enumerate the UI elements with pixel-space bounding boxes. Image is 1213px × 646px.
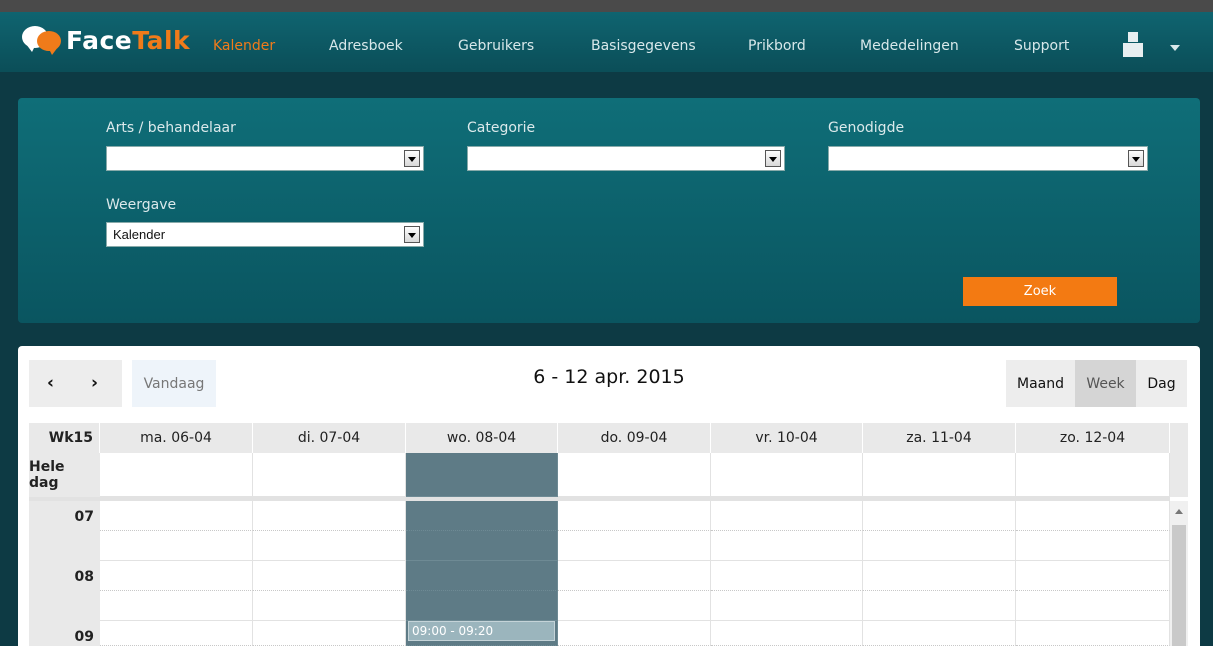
time-slot-cell[interactable] bbox=[100, 621, 253, 646]
time-slot-cell[interactable] bbox=[100, 501, 253, 531]
view-month-button[interactable]: Maand bbox=[1006, 360, 1075, 407]
top-navbar: FaceTalk Kalender Adresboek Gebruikers B… bbox=[0, 12, 1213, 72]
time-slot-cell[interactable] bbox=[1016, 531, 1170, 561]
time-slot-cell-today[interactable] bbox=[406, 531, 558, 561]
vertical-scrollbar[interactable] bbox=[1170, 501, 1188, 646]
time-slot-cell[interactable] bbox=[100, 531, 253, 561]
time-slot-cell[interactable] bbox=[863, 531, 1016, 561]
view-week-button[interactable]: Week bbox=[1075, 360, 1136, 407]
nav-gebruikers[interactable]: Gebruikers bbox=[458, 38, 534, 54]
dropdown-arrow-icon[interactable] bbox=[765, 150, 781, 167]
hour-label: 08 bbox=[29, 561, 100, 621]
day-header[interactable]: ma. 06-04 bbox=[100, 423, 253, 453]
logo-text: FaceTalk bbox=[66, 26, 190, 55]
day-header[interactable]: do. 09-04 bbox=[558, 423, 711, 453]
day-header[interactable]: vr. 10-04 bbox=[711, 423, 863, 453]
nav-basisgegevens[interactable]: Basisgegevens bbox=[591, 38, 696, 54]
time-slot-cell[interactable] bbox=[863, 561, 1016, 591]
time-slot-cell[interactable] bbox=[100, 561, 253, 591]
all-day-cell[interactable] bbox=[558, 453, 711, 497]
user-icon[interactable] bbox=[1121, 32, 1145, 60]
logo-talk: Talk bbox=[132, 25, 191, 55]
day-header[interactable]: za. 11-04 bbox=[863, 423, 1016, 453]
time-slot-cell[interactable] bbox=[558, 501, 711, 531]
hour-label: 07 bbox=[29, 501, 100, 561]
genodigde-select[interactable] bbox=[828, 146, 1148, 171]
arts-select[interactable] bbox=[106, 146, 424, 171]
time-slot-cell[interactable] bbox=[711, 501, 863, 531]
header-scroll-spacer bbox=[1170, 423, 1188, 497]
time-slot-cell[interactable] bbox=[558, 591, 711, 621]
calendar-panel: ‹ › Vandaag 6 - 12 apr. 2015 Maand Week … bbox=[18, 346, 1200, 646]
time-slot-cell[interactable] bbox=[863, 591, 1016, 621]
genodigde-label: Genodigde bbox=[828, 120, 905, 136]
logo-face: Face bbox=[66, 25, 133, 55]
week-number: Wk15 bbox=[29, 423, 100, 453]
day-header[interactable]: zo. 12-04 bbox=[1016, 423, 1170, 453]
day-header[interactable]: di. 07-04 bbox=[253, 423, 406, 453]
weergave-select[interactable]: Kalender bbox=[106, 222, 424, 247]
all-day-cell-today[interactable] bbox=[406, 453, 558, 497]
nav-prikbord[interactable]: Prikbord bbox=[748, 38, 806, 54]
time-slot-cell[interactable] bbox=[1016, 591, 1170, 621]
calendar-event[interactable]: 09:00 - 09:20 bbox=[408, 621, 555, 641]
chat-bubbles-icon bbox=[22, 22, 62, 58]
scroll-up-arrow-icon[interactable] bbox=[1175, 509, 1183, 514]
all-day-label: Hele dag bbox=[29, 453, 100, 497]
time-slot-cell[interactable] bbox=[711, 591, 863, 621]
nav-mededelingen[interactable]: Mededelingen bbox=[860, 38, 959, 54]
all-day-cell[interactable] bbox=[863, 453, 1016, 497]
time-slot-cell[interactable] bbox=[863, 621, 1016, 646]
weergave-label: Weergave bbox=[106, 197, 177, 213]
dropdown-arrow-icon[interactable] bbox=[404, 226, 420, 243]
view-switcher: Maand Week Dag bbox=[1006, 360, 1187, 407]
all-day-cell[interactable] bbox=[100, 453, 253, 497]
time-slot-cell[interactable] bbox=[253, 501, 406, 531]
time-slot-cell[interactable] bbox=[253, 621, 406, 646]
time-slot-cell[interactable] bbox=[1016, 621, 1170, 646]
view-day-button[interactable]: Dag bbox=[1136, 360, 1187, 407]
time-slot-cell[interactable] bbox=[558, 621, 711, 646]
scrollbar-thumb[interactable] bbox=[1172, 525, 1186, 646]
time-slot-cell[interactable] bbox=[253, 591, 406, 621]
time-slot-cell[interactable] bbox=[558, 531, 711, 561]
categorie-select[interactable] bbox=[467, 146, 785, 171]
time-slot-cell-today[interactable] bbox=[406, 501, 558, 531]
time-slot-cell[interactable] bbox=[1016, 501, 1170, 531]
categorie-label: Categorie bbox=[467, 120, 536, 136]
hour-label: 09 bbox=[29, 621, 100, 646]
dropdown-arrow-icon[interactable] bbox=[404, 150, 420, 167]
time-slot-cell[interactable] bbox=[558, 561, 711, 591]
facetalk-logo[interactable]: FaceTalk bbox=[22, 22, 190, 58]
day-header[interactable]: wo. 08-04 bbox=[406, 423, 558, 453]
time-slot-cell[interactable] bbox=[863, 501, 1016, 531]
zoek-button[interactable]: Zoek bbox=[963, 277, 1117, 306]
all-day-cell[interactable] bbox=[711, 453, 863, 497]
time-slot-cell[interactable] bbox=[1016, 561, 1170, 591]
time-slot-cell-today[interactable] bbox=[406, 561, 558, 591]
time-slot-cell[interactable] bbox=[711, 561, 863, 591]
weergave-select-value: Kalender bbox=[113, 227, 166, 242]
time-slot-cell[interactable] bbox=[711, 621, 863, 646]
window-top-strip bbox=[0, 0, 1213, 12]
nav-kalender[interactable]: Kalender bbox=[213, 38, 275, 54]
arts-label: Arts / behandelaar bbox=[106, 120, 236, 136]
time-slot-cell[interactable] bbox=[253, 531, 406, 561]
time-slot-cell[interactable] bbox=[100, 591, 253, 621]
dropdown-arrow-icon[interactable] bbox=[1128, 150, 1144, 167]
all-day-cell[interactable] bbox=[1016, 453, 1170, 497]
time-slot-cell-today[interactable] bbox=[406, 591, 558, 621]
nav-adresboek[interactable]: Adresboek bbox=[329, 38, 403, 54]
week-grid: Wk15 ma. 06-04 di. 07-04 wo. 08-04 do. 0… bbox=[29, 423, 1188, 646]
all-day-cell[interactable] bbox=[253, 453, 406, 497]
search-filter-panel: Arts / behandelaar Categorie Genodigde W… bbox=[18, 98, 1200, 323]
nav-support[interactable]: Support bbox=[1014, 38, 1069, 54]
time-slot-cell[interactable] bbox=[711, 531, 863, 561]
time-slot-cell[interactable] bbox=[253, 561, 406, 591]
caret-down-icon[interactable] bbox=[1170, 45, 1180, 51]
